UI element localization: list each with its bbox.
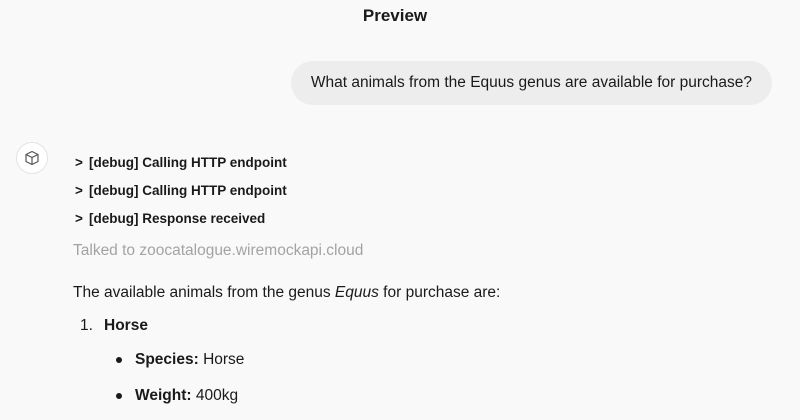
user-message-text: What animals from the Equus genus are av… [310,74,752,91]
cube-icon [25,150,39,166]
talked-to-status: Talked to zoocatalogue.wiremockapi.cloud [73,242,364,259]
debug-entry[interactable]: > [debug] Calling HTTP endpoint [75,148,287,176]
intro-text-after: for purchase are: [378,284,501,301]
animal-list-item: 1. Horse [80,317,148,335]
page-title: Preview [362,6,428,25]
chevron-right-icon: > [75,210,83,226]
animal-name: Horse [104,317,148,334]
bullet-icon [116,357,122,363]
animal-detail-item: Species: Horse [116,351,244,369]
chevron-right-icon: > [75,182,83,198]
debug-entry[interactable]: > [debug] Response received [75,204,287,232]
intro-text-before: The available animals from the genus [73,284,335,301]
detail-label: Species: [135,351,199,368]
debug-entry-label: [debug] Response received [89,210,266,226]
assistant-avatar [16,142,48,174]
genus-name: Equus [334,284,379,301]
debug-log-list: > [debug] Calling HTTP endpoint > [debug… [75,148,287,232]
chevron-right-icon: > [75,154,83,170]
detail-value: Horse [198,351,245,368]
animal-detail-item: Weight: 400kg [116,387,238,405]
debug-entry[interactable]: > [debug] Calling HTTP endpoint [75,176,287,204]
answer-intro-text: The available animals from the genus Equ… [73,284,500,302]
chat-preview-page: Preview What animals from the Equus genu… [0,0,800,420]
user-message-bubble: What animals from the Equus genus are av… [290,61,772,105]
debug-entry-label: [debug] Calling HTTP endpoint [89,154,287,170]
detail-label: Weight: [135,387,192,404]
list-number: 1. [80,317,93,334]
debug-entry-label: [debug] Calling HTTP endpoint [89,182,287,198]
detail-value: 400kg [191,387,239,404]
bullet-icon [116,393,122,399]
